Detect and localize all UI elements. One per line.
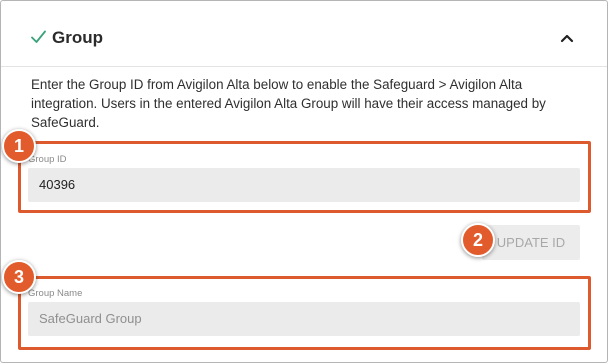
callout-box-group-name — [18, 276, 591, 350]
chevron-up-icon[interactable] — [560, 33, 574, 43]
callout-badge-1: 1 — [2, 129, 36, 163]
update-id-button[interactable]: UPDATE ID — [482, 225, 580, 260]
callout-box-group-id — [18, 141, 591, 213]
callout-badge-2: 2 — [461, 223, 495, 257]
header-divider — [1, 66, 607, 67]
callout-badge-3: 3 — [2, 260, 36, 294]
checkmark-icon — [31, 30, 46, 43]
section-description: Enter the Group ID from Avigilon Alta be… — [31, 77, 546, 130]
section-title: Group — [52, 28, 103, 47]
